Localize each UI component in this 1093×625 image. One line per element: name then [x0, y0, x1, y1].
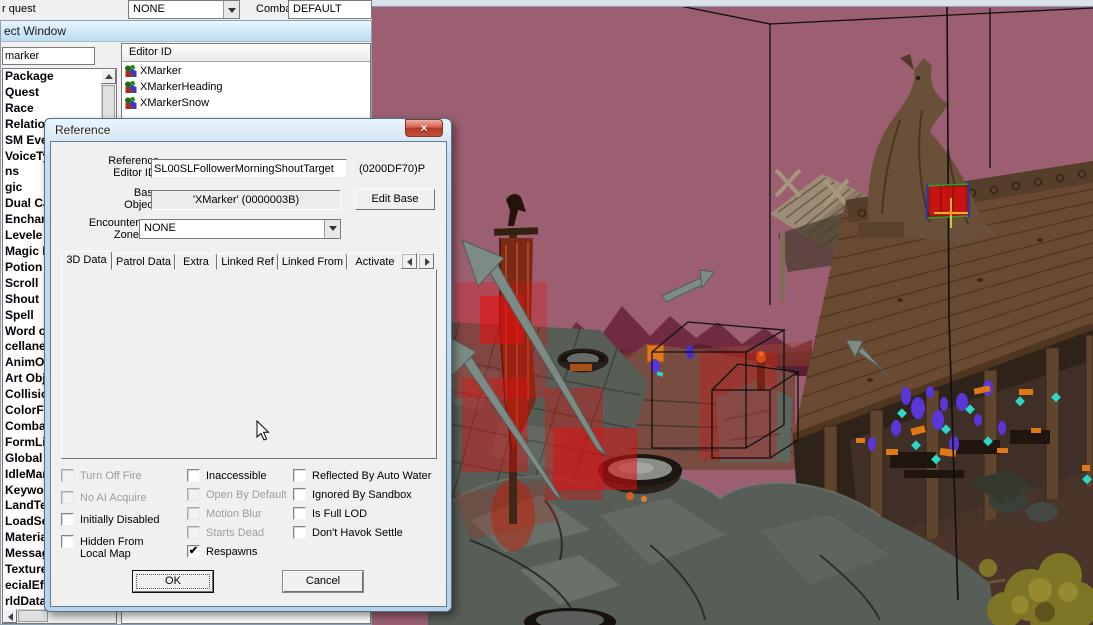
reference-dialog: Reference × Reference Editor ID: (0200DF… — [44, 118, 452, 612]
window-chrome-strip — [372, 0, 1093, 6]
editor-id-list: XMarker XMarkerHeading XMarkerSnow — [122, 63, 370, 111]
tab[interactable]: Activate — [347, 253, 401, 270]
marker-icon — [124, 96, 138, 110]
reference-editor-id-label: Reference Editor ID: — [108, 155, 159, 179]
edit-base-button[interactable]: Edit Base — [355, 189, 435, 210]
editor-id-row[interactable]: XMarkerSnow — [122, 95, 370, 111]
dropdown-arrow-icon[interactable] — [223, 1, 239, 18]
checkbox-item[interactable]: Inaccessible — [187, 469, 297, 482]
checkbox-label: Starts Dead — [206, 527, 265, 539]
checkbox-label: No AI Acquire — [80, 492, 147, 504]
checkbox[interactable] — [61, 469, 74, 482]
combat-style-value: DEFAULT — [293, 3, 342, 15]
cancel-button[interactable]: Cancel — [283, 571, 363, 592]
editor-id-label: XMarkerSnow — [140, 97, 210, 109]
tab-scroll-left-icon[interactable] — [401, 253, 417, 269]
checkbox-item[interactable]: ✔ Respawns — [187, 545, 297, 558]
checkbox-label: Turn Off Fire — [80, 470, 142, 482]
dropdown-arrow-icon[interactable] — [324, 220, 340, 238]
checkbox[interactable] — [187, 526, 200, 539]
category-item[interactable]: Package — [3, 69, 101, 85]
checkbox-item[interactable]: Open By Default — [187, 488, 297, 501]
checkbox-label: Reflected By Auto Water — [312, 470, 432, 482]
checkbox[interactable] — [187, 469, 200, 482]
marker-icon — [124, 64, 138, 78]
checkbox-item[interactable]: Reflected By Auto Water — [293, 469, 443, 482]
checkbox-label: Inaccessible — [206, 470, 267, 482]
editor-id-label: XMarkerHeading — [140, 81, 223, 93]
tab-panel — [61, 269, 437, 459]
checkbox-label: Is Full LOD — [312, 508, 368, 520]
combat-style-dropdown[interactable]: DEFAULT — [288, 0, 372, 19]
checkbox-item[interactable]: Starts Dead — [187, 526, 297, 539]
base-object-value: 'XMarker' (0000003B) — [151, 190, 341, 210]
checkbox[interactable] — [293, 507, 306, 520]
ok-button[interactable]: OK — [133, 571, 213, 592]
checkbox-column-3: Reflected By Auto Water Ignored By Sandbo… — [293, 469, 443, 545]
editor-id-column-header[interactable]: Editor ID — [122, 44, 370, 62]
checkbox-label: Initially Disabled — [80, 514, 160, 526]
quest-label: r quest — [2, 3, 36, 15]
checkbox-item[interactable]: Turn Off Fire — [61, 469, 189, 482]
marker-icon — [124, 80, 138, 94]
checkbox-item[interactable]: Hidden From Local Map — [61, 535, 189, 560]
checkbox-label: Hidden From Local Map — [80, 536, 144, 560]
quest-dropdown[interactable]: NONE — [128, 0, 240, 19]
scroll-left-icon[interactable] — [3, 609, 17, 623]
tab-scroll-right-icon[interactable] — [418, 253, 434, 269]
editor-id-row[interactable]: XMarker — [122, 63, 370, 79]
encounter-zone-value: NONE — [144, 222, 176, 234]
checkbox-label: Respawns — [206, 546, 258, 558]
base-object-label: Base Object: — [124, 187, 159, 211]
tab[interactable]: Patrol Data — [112, 253, 175, 270]
checkbox[interactable] — [293, 526, 306, 539]
checkbox-column-2: Inaccessible Open By Default Motion Blur St… — [187, 469, 297, 564]
checkbox-item[interactable]: Don't Havok Settle — [293, 526, 443, 539]
tab-strip: 3D Data Patrol Data Extra Linked Ref Linked … — [61, 251, 401, 270]
checkbox-label: Ignored By Sandbox — [312, 489, 412, 501]
checkbox-column-1: Turn Off Fire No AI Acquire Initially Disa… — [61, 469, 189, 569]
checkbox-label: Motion Blur — [206, 508, 262, 520]
close-icon[interactable]: × — [405, 119, 443, 137]
checkbox-item[interactable]: Is Full LOD — [293, 507, 443, 520]
checkbox[interactable] — [61, 491, 74, 504]
checkbox[interactable] — [187, 488, 200, 501]
editor-id-label: XMarker — [140, 65, 182, 77]
category-item[interactable]: Quest — [3, 85, 101, 101]
checkbox-label: Don't Havok Settle — [312, 527, 403, 539]
scroll-up-icon[interactable] — [101, 69, 116, 84]
reference-editor-id-input[interactable] — [151, 159, 347, 178]
background-dialog-strip: r quest NONE Combat Style DEFAULT — [0, 0, 372, 20]
checkbox-label: Open By Default — [206, 489, 287, 501]
tab[interactable]: 3D Data — [61, 251, 112, 270]
editor-id-row[interactable]: XMarkerHeading — [122, 79, 370, 95]
checkbox[interactable] — [187, 507, 200, 520]
checkbox[interactable] — [61, 513, 74, 526]
render-viewport[interactable] — [372, 0, 1093, 625]
tab[interactable]: Linked From — [278, 253, 347, 270]
hscrollbar-thumb[interactable] — [18, 610, 48, 622]
tab[interactable]: Extra — [175, 253, 217, 270]
object-window-title: ect Window — [4, 24, 67, 38]
filter-input[interactable] — [2, 47, 95, 65]
reference-dialog-title: Reference — [55, 123, 111, 137]
checkbox[interactable]: ✔ — [187, 545, 200, 558]
creation-kit-screen: { "toolbar": { "quest_label": "r quest",… — [0, 0, 1093, 625]
object-window-titlebar[interactable]: ect Window — [1, 21, 371, 42]
encounter-zone-label: Encounter Zone — [88, 217, 139, 241]
form-id-label: (0200DF70)P — [359, 163, 426, 175]
checkbox[interactable] — [61, 535, 74, 548]
mouse-cursor — [256, 420, 270, 441]
checkbox[interactable] — [293, 469, 306, 482]
checkbox-item[interactable]: Initially Disabled — [61, 513, 189, 526]
checkbox[interactable] — [293, 488, 306, 501]
quest-dropdown-value: NONE — [133, 3, 165, 15]
tab[interactable]: Linked Ref — [217, 253, 278, 270]
checkbox-item[interactable]: Ignored By Sandbox — [293, 488, 443, 501]
encounter-zone-dropdown[interactable]: NONE — [139, 219, 341, 239]
checkbox-item[interactable]: No AI Acquire — [61, 491, 189, 504]
checkbox-item[interactable]: Motion Blur — [187, 507, 297, 520]
category-item[interactable]: Race — [3, 101, 101, 117]
